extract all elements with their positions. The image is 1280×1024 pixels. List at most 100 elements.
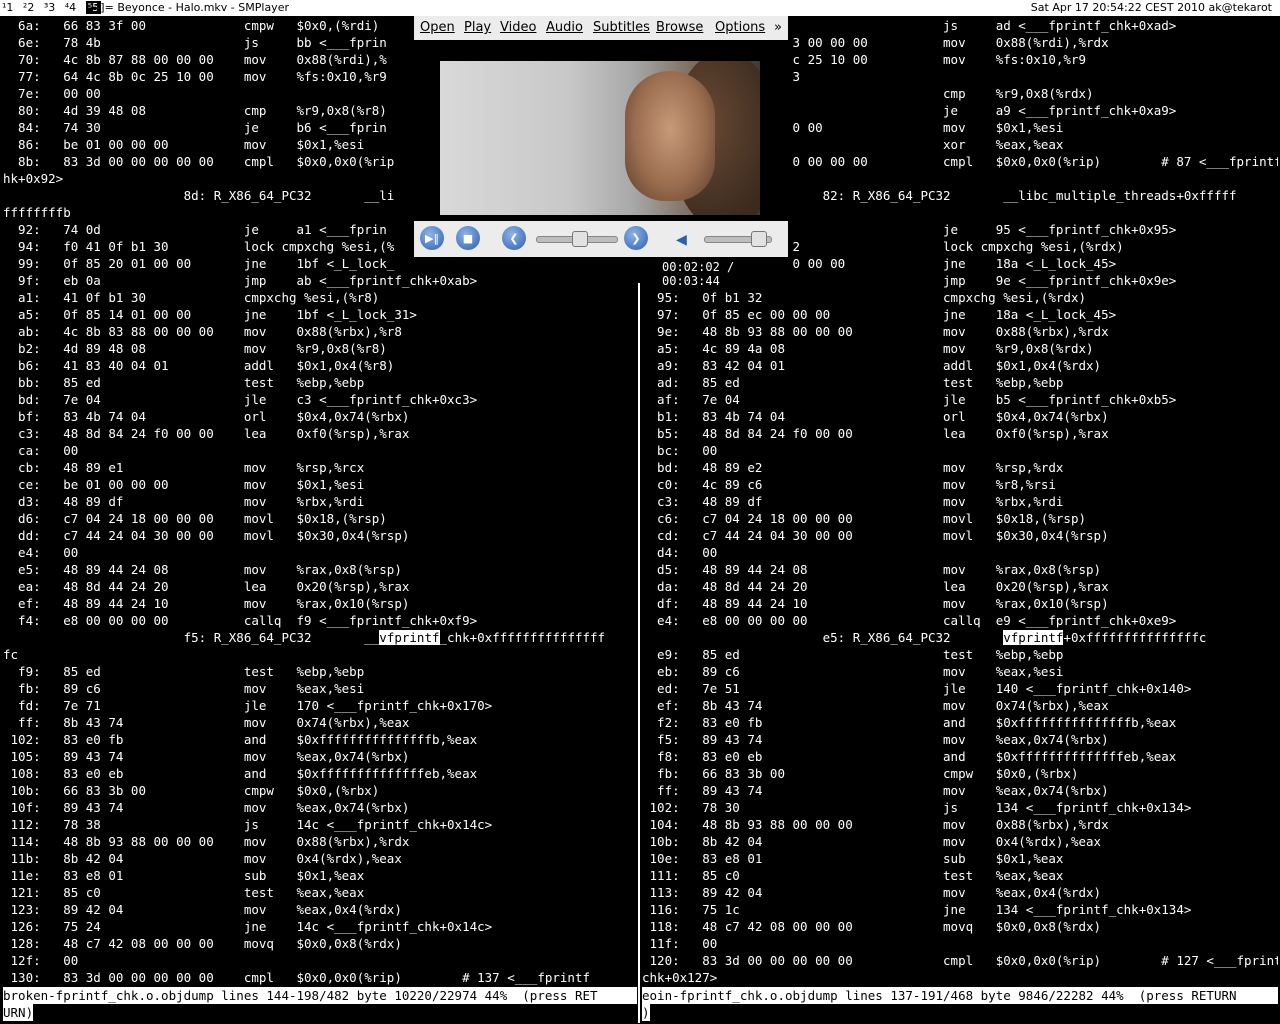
active-window-title: Beyonce - Halo.mkv - SMPlayer <box>117 1 289 14</box>
workspace-2[interactable]: ²2 <box>23 1 34 14</box>
window-title: []= Beyonce - Halo.mkv - SMPlayer <box>96 0 289 16</box>
code-line: a1: 41 0f b1 30 cmpxchg %esi,(%r8) <box>3 290 380 305</box>
workspace-list: ¹1 ²2 ³3 ⁴4 ⁵5 <box>2 0 107 16</box>
code-line: 123: 89 42 04 mov %eax,0x4(%rdx) <box>3 902 402 917</box>
code-line: f5: 89 43 74 mov %eax,0x74(%rbx) <box>642 732 1109 747</box>
code-line: c3: 48 89 df mov %rbx,%rdi <box>642 494 1064 509</box>
code-line: 111: 85 c0 test %eax,%eax <box>642 868 1064 883</box>
workspace-4[interactable]: ⁴4 <box>65 1 76 14</box>
code-line: bd: 7e 04 jle c3 <___fprintf_chk+0xc3> <box>3 392 478 407</box>
code-line: 12f: 00 <box>3 953 79 968</box>
menu-audio[interactable]: Audio <box>546 16 583 40</box>
search-highlight: vfprintf <box>1003 630 1064 645</box>
code-line: 11b: 8b 42 04 mov 0x4(%rdx),%eax <box>3 851 402 866</box>
code-line: 97: 0f 85 ec 00 00 00 jne 18a <_L_lock_4… <box>642 307 1117 322</box>
code-line: 95: 0f b1 32 cmpxchg %esi,(%rdx) <box>642 290 1087 305</box>
code-line: f2: 83 e0 fb and $0xfffffffffffffffb,%ea… <box>642 715 1177 730</box>
stop-icon: ■ <box>462 231 474 245</box>
code-line: 11f: 00 <box>642 936 718 951</box>
code-line: 118: 48 c7 42 08 00 00 00 movq $0x0,0x8(… <box>642 919 1102 934</box>
code-line: f4: e8 00 00 00 00 callq f9 <___fprintf_… <box>3 613 478 628</box>
code-line: b5: 48 8d 84 24 f0 00 00 lea 0xf0(%rsp),… <box>642 426 1109 441</box>
code-line: 121: 85 c0 test %eax,%eax <box>3 885 365 900</box>
code-line: fb: 89 c6 mov %eax,%esi <box>3 681 365 696</box>
menu-video[interactable]: Video <box>500 16 536 40</box>
playback-time: 00:02:02 / 00:03:44 <box>662 260 735 288</box>
video-frame[interactable] <box>440 61 760 215</box>
volume-icon[interactable]: ◀ <box>676 229 687 250</box>
code-line: d6: c7 04 24 18 00 00 00 movl $0x18,(%rs… <box>3 511 387 526</box>
volume-slider-handle[interactable] <box>751 231 768 247</box>
play-pause-button[interactable]: ▶‖ <box>420 226 444 250</box>
smplayer-window[interactable]: Open Play Video Audio Subtitles Browse O… <box>414 16 788 288</box>
code-line: 130: 83 3d 00 00 00 00 00 cmpl $0x0,0x0(… <box>3 970 590 985</box>
rewind-icon: ❮ <box>509 231 519 245</box>
workspace-3[interactable]: ³3 <box>44 1 55 14</box>
code-line: 102: 83 e0 fb and $0xfffffffffffffffb,%e… <box>3 732 478 747</box>
objdump-listing-right-lower: e9: 85 ed test %ebp,%ebp eb: 89 c6 mov %… <box>642 646 1278 986</box>
code-line: 10b: 8b 42 04 mov 0x4(%rdx),%eax <box>642 834 1102 849</box>
code-line: 104: 48 8b 93 88 00 00 00 mov 0x88(%rbx)… <box>642 817 1109 832</box>
seek-slider-handle[interactable] <box>572 231 589 247</box>
layout-symbol[interactable]: []= <box>96 1 114 14</box>
code-line: ea: 48 8d 44 24 20 lea 0x20(%rsp),%rax <box>3 579 410 594</box>
code-line: c6: c7 04 24 18 00 00 00 movl $0x18,(%rs… <box>642 511 1087 526</box>
code-line: ef: 8b 43 74 mov 0x74(%rbx),%eax <box>642 698 1109 713</box>
pane-divider <box>638 283 640 1023</box>
menu-browse[interactable]: Browse <box>656 16 703 40</box>
pager-prompt-left[interactable]: URN) <box>3 1004 34 1021</box>
code-line: c3: 48 8d 84 24 f0 00 00 lea 0xf0(%rsp),… <box>3 426 410 441</box>
player-controls: ▶‖ ■ ❮ ❯ ◀ <box>414 221 788 257</box>
menu-overflow[interactable]: » <box>774 16 782 40</box>
code-line: d5: 48 89 44 24 08 mov %rax,0x8(%rsp) <box>642 562 1102 577</box>
video-subject-face <box>625 71 715 201</box>
workspace-1[interactable]: ¹1 <box>2 1 13 14</box>
code-line: 10e: 83 e8 01 sub $0x1,%eax <box>642 851 1064 866</box>
code-line: 9e: 48 8b 93 88 00 00 00 mov 0x88(%rbx),… <box>642 324 1109 339</box>
code-line: a5: 0f 85 14 01 00 00 jne 1bf <_L_lock_3… <box>3 307 417 322</box>
play-pause-icon: ▶‖ <box>425 231 439 245</box>
clock: Sat Apr 17 20:54:22 CEST 2010 ak@tekarot <box>1030 1 1272 14</box>
menu-options[interactable]: Options <box>715 16 765 40</box>
relocation-line-right: e5: R_X86_64_PC32 vfprintf+0xfffffffffff… <box>642 630 1207 645</box>
code-line: fd: 7e 71 jle 170 <___fprintf_chk+0x170> <box>3 698 493 713</box>
window-manager-bar: ¹1 ²2 ³3 ⁴4 ⁵5 []= Beyonce - Halo.mkv - … <box>0 0 1280 16</box>
code-line: a9: 83 42 04 01 addl $0x1,0x4(%rdx) <box>642 358 1102 373</box>
code-line: chk+0x127> <box>642 970 718 985</box>
menu-play[interactable]: Play <box>464 16 491 40</box>
menu-open[interactable]: Open <box>420 16 455 40</box>
code-line: f9: 85 ed test %ebp,%ebp <box>3 664 365 679</box>
code-line: ad: 85 ed test %ebp,%ebp <box>642 375 1064 390</box>
code-line: e4: 00 <box>3 545 79 560</box>
code-line: d4: 00 <box>642 545 718 560</box>
code-line: bc: 00 <box>642 443 718 458</box>
pager-status-left: broken-fprintf_chk.o.objdump lines 144-1… <box>3 987 637 1004</box>
pager-prompt-right[interactable]: ) <box>642 1004 650 1021</box>
stop-button[interactable]: ■ <box>456 226 480 250</box>
code-line: bd: 48 89 e2 mov %rsp,%rdx <box>642 460 1064 475</box>
code-line: fc <box>3 647 19 662</box>
code-line: dd: c7 44 24 04 30 00 00 movl $0x30,0x4(… <box>3 528 410 543</box>
code-line: b6: 41 83 40 04 01 addl $0x1,0x4(%r8) <box>3 358 395 373</box>
rewind-button[interactable]: ❮ <box>502 226 526 250</box>
code-line: 108: 83 e0 eb and $0xffffffffffffffeb,%e… <box>3 766 478 781</box>
code-line: cd: c7 44 24 04 30 00 00 movl $0x30,0x4(… <box>642 528 1109 543</box>
menu-subtitles[interactable]: Subtitles <box>593 16 650 40</box>
forward-button[interactable]: ❯ <box>624 226 648 250</box>
code-line: 105: 89 43 74 mov %eax,0x74(%rbx) <box>3 749 410 764</box>
code-line: 114: 48 8b 93 88 00 00 00 mov 0x88(%rbx)… <box>3 834 410 849</box>
code-line: d3: 48 89 df mov %rbx,%rdi <box>3 494 365 509</box>
code-line: ce: be 01 00 00 00 mov $0x1,%esi <box>3 477 365 492</box>
code-line: eb: 89 c6 mov %eax,%esi <box>642 664 1064 679</box>
forward-icon: ❯ <box>631 231 641 245</box>
code-line: 102: 78 30 js 134 <___fprintf_chk+0x134> <box>642 800 1192 815</box>
code-line: 126: 75 24 jne 14c <___fprintf_chk+0x14c… <box>3 919 493 934</box>
code-line: b2: 4d 89 48 08 mov %r9,0x8(%r8) <box>3 341 387 356</box>
code-line: 116: 75 1c jne 134 <___fprintf_chk+0x134… <box>642 902 1192 917</box>
code-line: bb: 85 ed test %ebp,%ebp <box>3 375 365 390</box>
code-line: ef: 48 89 44 24 10 mov %rax,0x10(%rsp) <box>3 596 410 611</box>
code-line: f8: 83 e0 eb and $0xffffffffffffffeb,%ea… <box>642 749 1177 764</box>
code-line: b1: 83 4b 74 04 orl $0x4,0x74(%rbx) <box>642 409 1109 424</box>
code-line: 10b: 66 83 3b 00 cmpw $0x0,(%rbx) <box>3 783 380 798</box>
code-line: 113: 89 42 04 mov %eax,0x4(%rdx) <box>642 885 1102 900</box>
